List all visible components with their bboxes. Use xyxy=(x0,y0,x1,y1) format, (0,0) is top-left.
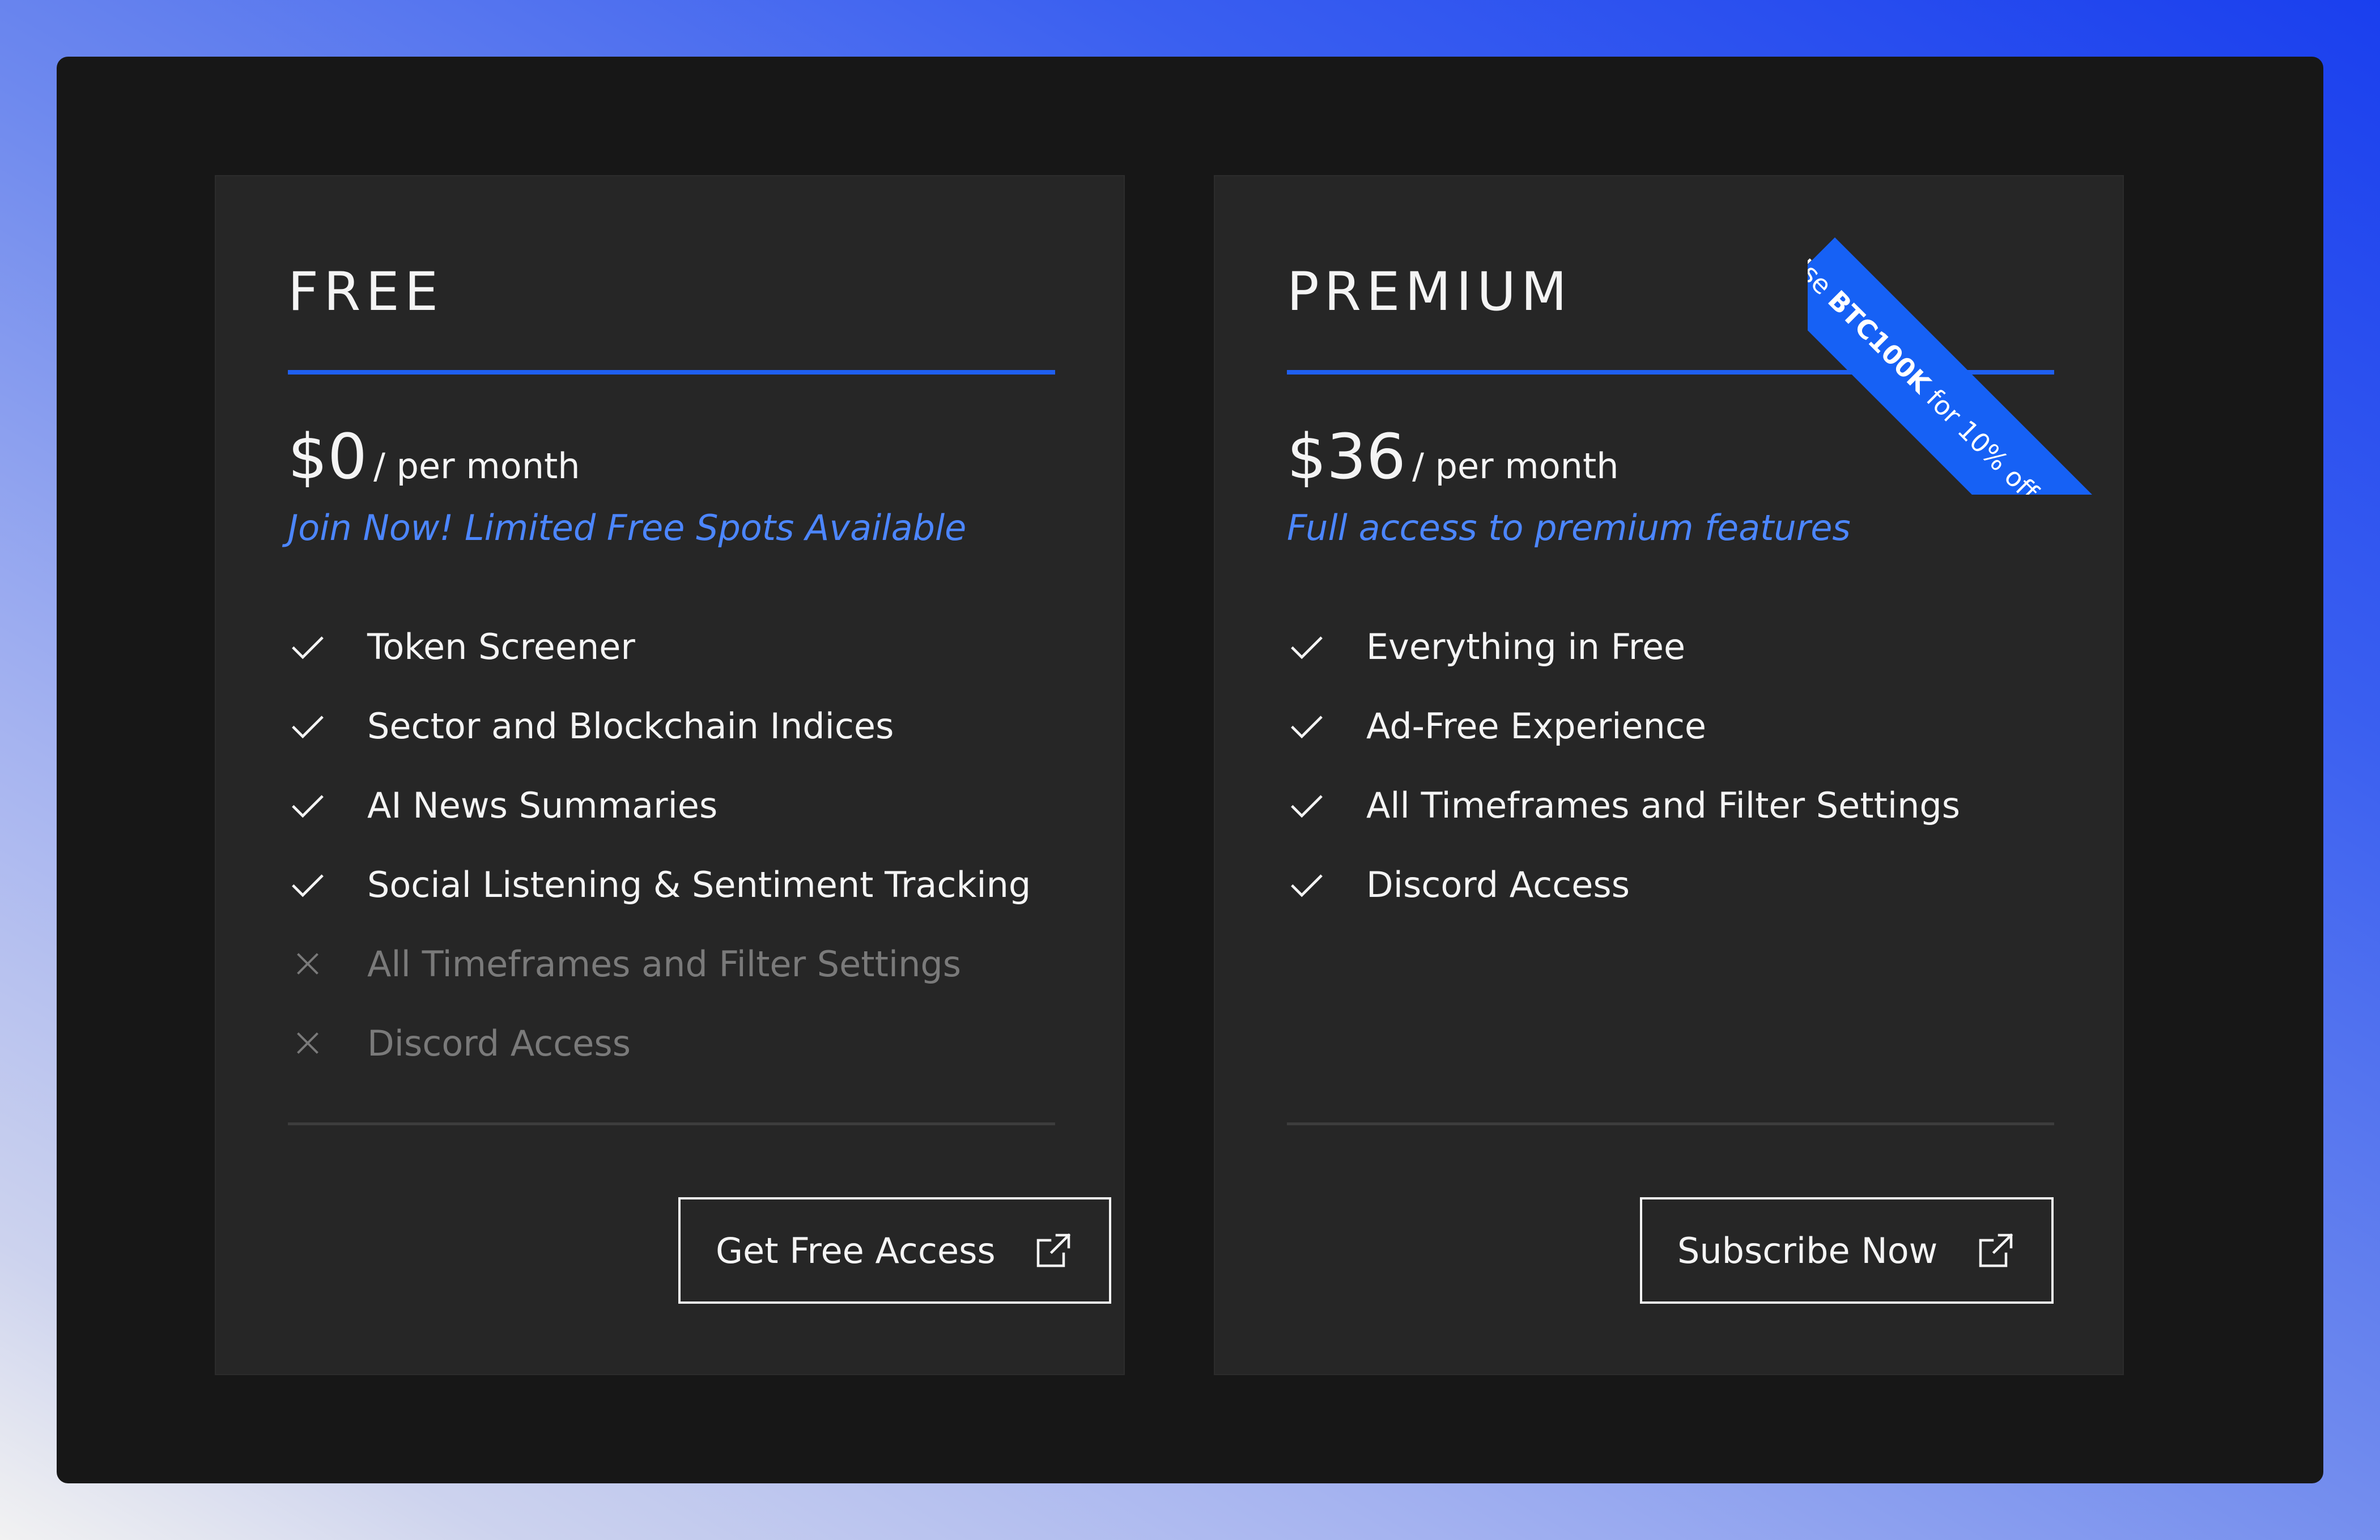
feature-item: AI News Summaries xyxy=(288,765,1081,845)
promo-ribbon-container: Use BTC100K for 10% off xyxy=(1808,143,2159,495)
check-icon xyxy=(1287,785,1327,825)
card-divider xyxy=(288,1122,1055,1125)
check-icon xyxy=(288,865,328,904)
price-amount: $36 xyxy=(1287,420,1406,493)
promo-ribbon: Use BTC100K for 10% off xyxy=(1808,237,2159,495)
feature-item: Discord Access xyxy=(1287,845,2080,924)
subscribe-now-button[interactable]: Subscribe Now xyxy=(1640,1197,2054,1304)
check-icon xyxy=(1287,627,1327,666)
feature-item-disabled: Discord Access xyxy=(288,1003,1081,1083)
check-icon xyxy=(288,706,328,746)
plan-tagline: Full access to premium features xyxy=(1287,507,1851,548)
get-free-access-button[interactable]: Get Free Access xyxy=(678,1197,1111,1304)
title-underline xyxy=(288,370,1055,375)
promo-code: BTC100K xyxy=(1822,284,1937,399)
feature-item-disabled: All Timeframes and Filter Settings xyxy=(288,924,1081,1003)
plan-title: PREMIUM xyxy=(1287,261,1572,323)
check-icon xyxy=(1287,706,1327,746)
feature-label: Sector and Blockchain Indices xyxy=(367,705,894,747)
button-label: Subscribe Now xyxy=(1677,1230,1938,1271)
price-amount: $0 xyxy=(288,420,367,493)
feature-label: Discord Access xyxy=(367,1022,631,1064)
feature-label: Token Screener xyxy=(367,626,635,667)
price-row: $36 / per month xyxy=(1287,426,1619,488)
feature-item: Token Screener xyxy=(288,607,1081,686)
feature-list: Everything in Free Ad-Free Experience Al… xyxy=(1287,607,2080,924)
external-link-icon xyxy=(1033,1230,1074,1271)
feature-item: Sector and Blockchain Indices xyxy=(288,686,1081,765)
feature-label: Social Listening & Sentiment Tracking xyxy=(367,863,1031,905)
feature-label: Everything in Free xyxy=(1366,626,1686,667)
button-label: Get Free Access xyxy=(716,1230,996,1271)
feature-list: Token Screener Sector and Blockchain Ind… xyxy=(288,607,1081,1083)
premium-plan-card: PREMIUM $36 / per month Full access to p… xyxy=(1214,175,2159,1375)
external-link-icon xyxy=(1975,1230,2016,1271)
price-period: / per month xyxy=(373,445,580,487)
promo-suffix: for 10% off xyxy=(1920,383,2045,495)
plan-tagline: Join Now! Limited Free Spots Available xyxy=(288,507,967,548)
plan-title: FREE xyxy=(288,261,444,323)
check-icon xyxy=(1287,865,1327,904)
feature-label: Ad-Free Experience xyxy=(1366,705,1707,747)
price-period: / per month xyxy=(1412,445,1619,487)
feature-label: All Timeframes and Filter Settings xyxy=(1366,784,1961,826)
cross-icon xyxy=(288,944,328,984)
cross-icon xyxy=(288,1023,328,1063)
price-row: $0 / per month xyxy=(288,426,580,488)
check-icon xyxy=(288,627,328,666)
feature-label: AI News Summaries xyxy=(367,784,718,826)
feature-item: All Timeframes and Filter Settings xyxy=(1287,765,2080,845)
feature-item: Social Listening & Sentiment Tracking xyxy=(288,845,1081,924)
promo-prefix: Use xyxy=(1808,244,1838,301)
pricing-panel: FREE $0 / per month Join Now! Limited Fr… xyxy=(57,57,2323,1483)
feature-label: Discord Access xyxy=(1366,863,1630,905)
feature-label: All Timeframes and Filter Settings xyxy=(367,943,962,985)
check-icon xyxy=(288,785,328,825)
feature-item: Ad-Free Experience xyxy=(1287,686,2080,765)
card-divider xyxy=(1287,1122,2054,1125)
free-plan-card: FREE $0 / per month Join Now! Limited Fr… xyxy=(215,175,1125,1375)
feature-item: Everything in Free xyxy=(1287,607,2080,686)
